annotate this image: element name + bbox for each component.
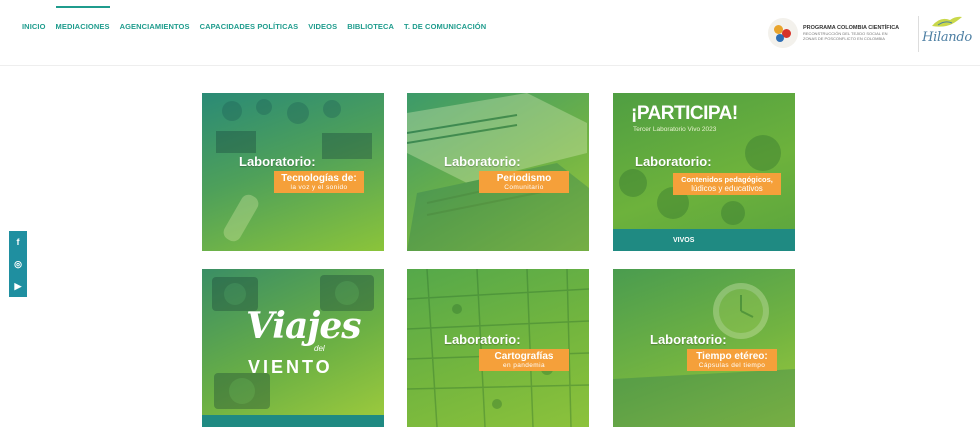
card-footer: VIVOS [613, 229, 795, 251]
card-title-box: Tecnologías de: la voz y el sonido [274, 171, 364, 193]
card-tiempo-etereo[interactable]: Laboratorio: Tiempo etéreo: Cápsulas del… [613, 269, 795, 427]
nav-item-mediaciones[interactable]: MEDIACIONES [55, 6, 110, 31]
card-label: Laboratorio: [444, 154, 521, 169]
card-footer [202, 415, 384, 427]
facebook-icon[interactable]: f [9, 231, 27, 253]
hilando-logo[interactable]: Hilando [922, 14, 972, 54]
nav-item-capacidades-politicas[interactable]: CAPACIDADES POLÍTICAS [200, 22, 299, 31]
top-bar: INICIO MEDIACIONES AGENCIAMIENTOS CAPACI… [0, 0, 980, 66]
card-subtitle: Cápsulas del tiempo [698, 362, 766, 369]
youtube-icon[interactable]: ▶ [9, 275, 27, 297]
main-nav: INICIO MEDIACIONES AGENCIAMIENTOS CAPACI… [22, 6, 486, 31]
card-subtitle: VIENTO [248, 357, 333, 377]
card-title: Tecnologías de: [281, 173, 357, 184]
colombia-cientifica-emblem-icon [768, 18, 798, 48]
nav-item-videos[interactable]: VIDEOS [308, 22, 337, 31]
card-participa[interactable]: ¡PARTICIPA! Tercer Laboratorio Vivo 2023… [613, 93, 795, 251]
map-texture [407, 269, 589, 427]
card-tecnologias[interactable]: Laboratorio: Tecnologías de: la voz y el… [202, 93, 384, 251]
nav-item-inicio[interactable]: INICIO [22, 22, 46, 31]
nav-item-biblioteca[interactable]: BIBLIOTECA [347, 22, 394, 31]
card-title-box: Tiempo etéreo: Cápsulas del tiempo [687, 349, 777, 371]
logo-divider [918, 16, 919, 52]
clock-texture [613, 283, 795, 427]
bird-icon [932, 16, 962, 27]
card-title-box: Periodismo Comunitario [479, 171, 569, 193]
card-title-small: del [314, 344, 325, 353]
card-subtitle: Comunitario [504, 184, 544, 191]
nav-item-agenciamientos[interactable]: AGENCIAMIENTOS [120, 22, 190, 31]
nav-item-t-de-comunicacion[interactable]: T. DE COMUNICACIÓN [404, 22, 486, 31]
card-subtitle: lúdicos y educativos [691, 184, 763, 193]
card-periodismo[interactable]: Laboratorio: Periodismo Comunitario [407, 93, 589, 251]
card-title-box: Cartografías en pandemia [479, 349, 569, 371]
card-header-subtitle: Tercer Laboratorio Vivo 2023 [633, 126, 717, 133]
card-label: Laboratorio: [239, 154, 316, 169]
card-cartografias[interactable]: Laboratorio: Cartografías en pandemia [407, 269, 589, 427]
card-footer-logo: VIVOS [673, 237, 695, 244]
card-viajes-del-viento[interactable]: Viajes del VIENTO [202, 269, 384, 427]
card-title: Tiempo etéreo: [696, 351, 768, 362]
instagram-icon[interactable]: ◎ [9, 253, 27, 275]
card-title: Cartografías [494, 351, 554, 362]
card-label: Laboratorio: [635, 154, 712, 169]
card-title: Viajes [246, 305, 361, 347]
card-subtitle: la voz y el sonido [290, 184, 348, 191]
card-header: ¡PARTICIPA! [631, 103, 738, 124]
social-sidebar: f ◎ ▶ [9, 231, 27, 297]
card-label: Laboratorio: [444, 332, 521, 347]
hilando-wordmark: Hilando [922, 30, 972, 45]
card-title: Periodismo [496, 173, 552, 184]
card-title: Contenidos pedagógicos, [681, 175, 773, 184]
card-label: Laboratorio: [650, 332, 727, 347]
colombia-cientifica-logo[interactable]: PROGRAMA COLOMBIA CIENTÍFICA RECONSTRUCC… [768, 16, 914, 50]
card-subtitle: en pandemia [503, 362, 545, 369]
cameras-texture [212, 275, 374, 409]
card-title-box: Contenidos pedagógicos, lúdicos y educat… [673, 173, 781, 195]
partner-line-2: ZONAS DE POSCONFLICTO EN COLOMBIA [803, 36, 885, 41]
